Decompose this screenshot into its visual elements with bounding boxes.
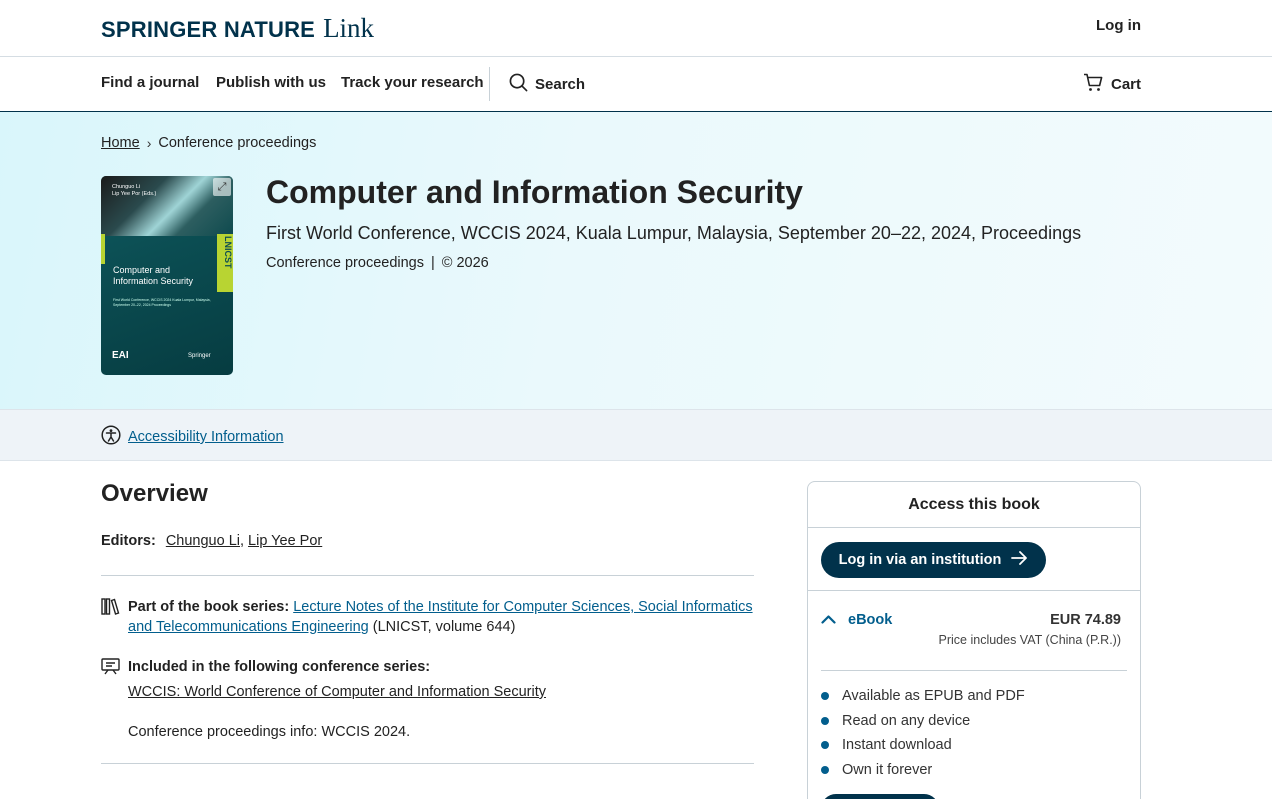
divider (821, 670, 1127, 671)
springer-logo: Springer (188, 353, 211, 359)
book-meta: Conference proceedings | © 2026 (266, 255, 489, 271)
book-title: Computer and Information Security (266, 174, 803, 210)
nav-track-research[interactable]: Track your research (341, 74, 484, 91)
access-book-panel: Access this book Log in via an instituti… (807, 481, 1141, 799)
institution-button-label: Log in via an institution (838, 552, 1002, 568)
conference-series-info: Included in the following conference ser… (101, 657, 754, 677)
editors-label: Editors: (101, 533, 156, 549)
editor-link-1[interactable]: Chunguo Li (166, 533, 240, 549)
book-year: © 2026 (441, 255, 489, 271)
conference-info: Conference proceedings info: WCCIS 2024. (128, 724, 411, 740)
editors-line: Editors: Chunguo Li, Lip Yee Por (101, 533, 322, 549)
accessibility-bar: Accessibility Information (0, 409, 1272, 461)
divider (101, 575, 754, 576)
book-hero: Home › Conference proceedings Chunguo Li… (0, 112, 1272, 409)
top-header: SPRINGER NATURE Link Log in (0, 0, 1272, 57)
cover-accent-strip (101, 234, 105, 264)
meta-separator: | (431, 255, 435, 271)
feature-text: Available as EPUB and PDF (842, 688, 1025, 705)
bullet-icon (821, 692, 829, 701)
accessibility-icon (101, 425, 121, 449)
feature-item: Read on any device (821, 709, 1025, 734)
book-series-info: Part of the book series: Lecture Notes o… (101, 597, 754, 637)
series-label: Part of the book series: (128, 599, 290, 615)
conference-series-link[interactable]: WCCIS: World Conference of Computer and … (128, 684, 546, 700)
cart-label: Cart (1110, 76, 1141, 93)
cover-subtitle: First World Conference, WCCIS 2024 Kuala… (113, 298, 211, 307)
login-link[interactable]: Log in (1096, 17, 1141, 34)
divider (101, 763, 754, 764)
search-icon (509, 73, 528, 96)
cover-series-label: LNICST (223, 236, 233, 269)
cover-title: Computer and Information Security (113, 265, 193, 288)
book-cover[interactable]: Chunguo Li Lip Yee Por (Eds.) LNICST Com… (101, 176, 233, 375)
cart-icon (1083, 73, 1103, 96)
login-institution-button[interactable]: Log in via an institution (821, 542, 1046, 578)
search-label: Search (535, 76, 586, 93)
eai-logo: EAI (112, 350, 129, 361)
bullet-icon (821, 716, 829, 725)
chevron-right-icon: › (146, 135, 152, 151)
editor-link-2[interactable]: Lip Yee Por (248, 533, 322, 549)
presentation-icon (101, 658, 120, 681)
logo-link-text: Link (323, 13, 375, 43)
bullet-icon (821, 765, 829, 774)
springer-nature-link-logo[interactable]: SPRINGER NATURE Link (101, 13, 375, 43)
cover-editor-1: Chunguo Li (112, 184, 141, 190)
feature-text: Read on any device (842, 712, 971, 729)
feature-text: Own it forever (842, 761, 933, 778)
breadcrumb-home[interactable]: Home (101, 135, 140, 151)
cover-editor-2: Lip Yee Por (Eds.) (112, 190, 157, 197)
books-icon (101, 598, 120, 621)
divider (808, 590, 1140, 591)
conference-label: Included in the following conference ser… (128, 659, 431, 675)
cover-title-line-2: Information Security (113, 276, 194, 287)
bullet-icon (821, 741, 829, 750)
main-nav: Find a journal Publish with us Track you… (0, 57, 1272, 112)
expand-icon[interactable]: ⤢ (213, 178, 231, 196)
book-subtitle: First World Conference, WCCIS 2024, Kual… (266, 223, 1082, 243)
access-panel-title: Access this book (808, 482, 1140, 528)
search-button[interactable]: Search (509, 73, 585, 96)
arrow-right-icon (1011, 551, 1028, 569)
ebook-price: EUR 74.89 (1050, 612, 1121, 628)
buy-ebook-button[interactable] (821, 794, 939, 799)
overview-heading: Overview (101, 480, 208, 507)
nav-find-journal[interactable]: Find a journal (101, 74, 199, 91)
accessibility-link[interactable]: Accessibility Information (128, 429, 284, 445)
ebook-label: eBook (848, 612, 893, 628)
feature-item: Instant download (821, 733, 1025, 758)
series-volume: (LNICST, volume 644) (372, 619, 516, 635)
breadcrumb: Home › Conference proceedings (101, 135, 316, 151)
feature-item: Own it forever (821, 758, 1025, 783)
cover-title-line-1: Computer and (113, 265, 171, 275)
nav-publish-with-us[interactable]: Publish with us (216, 74, 326, 91)
feature-text: Instant download (842, 737, 952, 754)
editor-comma: , (239, 533, 245, 549)
cover-editors: Chunguo Li Lip Yee Por (Eds.) (112, 184, 156, 197)
feature-item: Available as EPUB and PDF (821, 684, 1025, 709)
cart-button[interactable]: Cart (1083, 73, 1141, 96)
vat-note: Price includes VAT (China (P.R.)) (938, 633, 1121, 647)
logo-brand-text: SPRINGER NATURE (101, 17, 316, 42)
ebook-option[interactable]: eBook EUR 74.89 Price includes VAT (Chin… (821, 612, 1121, 647)
ebook-features: Available as EPUB and PDF Read on any de… (821, 684, 1025, 782)
nav-divider (489, 67, 490, 101)
book-type: Conference proceedings (266, 255, 424, 271)
breadcrumb-current: Conference proceedings (158, 135, 317, 151)
chevron-up-icon (821, 612, 836, 628)
